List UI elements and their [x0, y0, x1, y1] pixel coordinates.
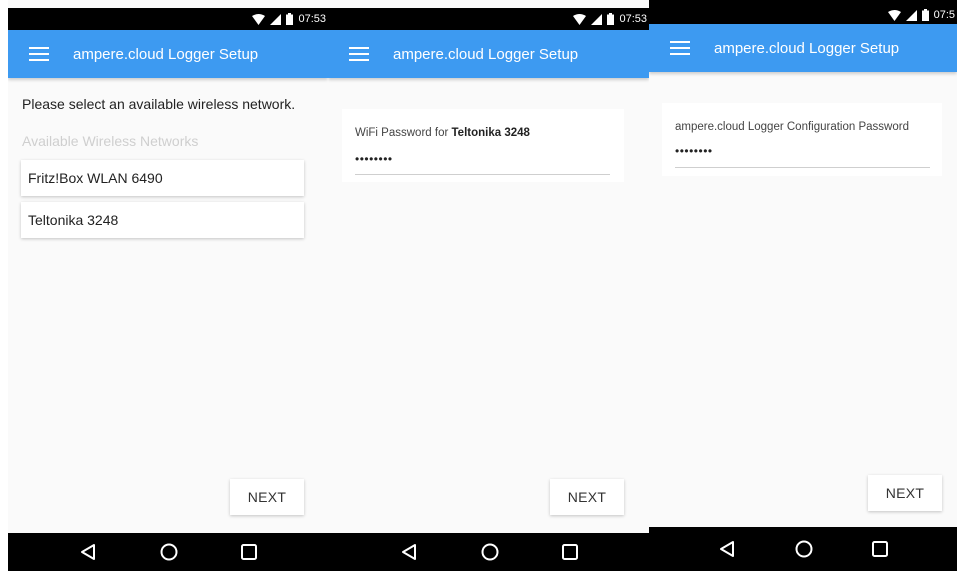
menu-icon[interactable] [29, 47, 49, 61]
input-underline [355, 174, 610, 175]
back-icon[interactable] [718, 540, 736, 558]
recents-icon[interactable] [871, 541, 888, 557]
content: WiFi Password for Teltonika 3248 •••••••… [328, 78, 649, 533]
screen-select-network: 07:53 ampere.cloud Logger Setup Please s… [8, 0, 328, 571]
home-icon[interactable] [795, 540, 813, 558]
screen-config-password: 07:5 ampere.cloud Logger Setup ampere.cl… [649, 0, 957, 571]
recents-icon[interactable] [240, 544, 257, 560]
app-bar: ampere.cloud Logger Setup [8, 30, 328, 78]
wifi-password-input[interactable]: •••••••• [355, 152, 393, 166]
home-icon[interactable] [481, 543, 499, 561]
section-label: Available Wireless Networks [22, 133, 199, 149]
next-button[interactable]: NEXT [230, 479, 304, 515]
instruction-text: Please select an available wireless netw… [22, 96, 296, 112]
next-button[interactable]: NEXT [550, 479, 624, 515]
status-time: 07:5 [933, 9, 955, 21]
nav-bar [649, 527, 957, 571]
battery-icon [286, 13, 294, 25]
config-password-input[interactable]: •••••••• [675, 144, 713, 158]
nav-bar [8, 533, 328, 571]
network-item-teltonika[interactable]: Teltonika 3248 [21, 202, 304, 238]
nav-bar [328, 533, 649, 571]
menu-icon[interactable] [349, 47, 369, 61]
wifi-password-label-prefix: WiFi Password for [355, 127, 452, 139]
signal-icon [270, 13, 282, 25]
app-title: ampere.cloud Logger Setup [714, 39, 900, 57]
status-bar: 07:53 [8, 8, 328, 30]
status-bar: 07:53 [328, 8, 649, 30]
status-time: 07:53 [298, 13, 326, 25]
next-button[interactable]: NEXT [868, 475, 942, 511]
battery-icon [607, 13, 615, 25]
wifi-password-label: WiFi Password for Teltonika 3248 [355, 127, 530, 139]
config-password-label: ampere.cloud Logger Configuration Passwo… [675, 121, 909, 133]
wifi-password-network-name: Teltonika 3248 [451, 127, 530, 139]
content: ampere.cloud Logger Configuration Passwo… [649, 72, 957, 533]
battery-icon [921, 9, 929, 21]
content: Please select an available wireless netw… [8, 78, 328, 533]
signal-icon [591, 13, 603, 25]
status-time: 07:53 [619, 13, 647, 25]
app-bar: ampere.cloud Logger Setup [649, 24, 957, 72]
recents-icon[interactable] [561, 544, 578, 560]
password-card: WiFi Password for Teltonika 3248 •••••••… [342, 109, 624, 182]
screen-wifi-password: 07:53 ampere.cloud Logger Setup WiFi Pas… [328, 0, 649, 571]
input-underline [675, 167, 930, 168]
app-title: ampere.cloud Logger Setup [73, 45, 259, 63]
signal-icon [905, 9, 917, 21]
app-bar: ampere.cloud Logger Setup [328, 30, 649, 78]
back-icon[interactable] [79, 543, 97, 561]
home-icon[interactable] [160, 543, 178, 561]
wifi-icon [887, 9, 901, 21]
wifi-icon [252, 13, 266, 25]
app-title: ampere.cloud Logger Setup [393, 45, 579, 63]
wifi-icon [573, 13, 587, 25]
menu-icon[interactable] [670, 41, 690, 55]
network-item-fritzbox[interactable]: Fritz!Box WLAN 6490 [21, 160, 304, 196]
password-card: ampere.cloud Logger Configuration Passwo… [662, 103, 942, 176]
back-icon[interactable] [400, 543, 418, 561]
